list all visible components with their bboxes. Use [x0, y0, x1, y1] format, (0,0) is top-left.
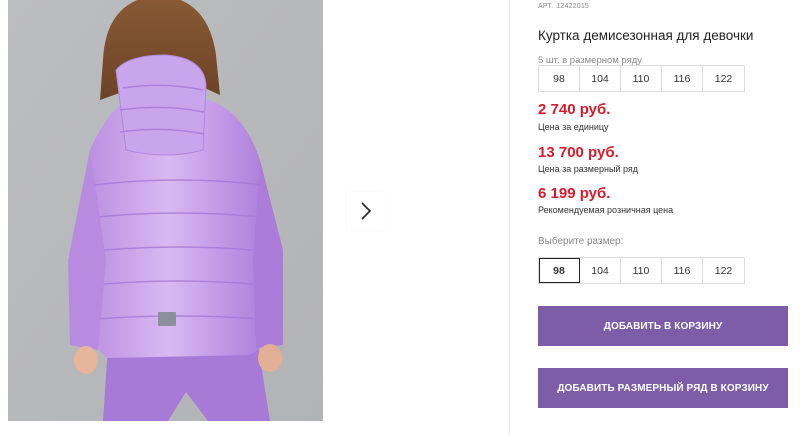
- size-row-cell: 98: [539, 66, 580, 91]
- size-row-table: 98 104 110 116 122: [538, 65, 745, 92]
- size-row-cell: 122: [714, 72, 733, 85]
- size-row-cell: 110: [621, 66, 662, 91]
- size-option-98[interactable]: 98: [539, 258, 580, 283]
- add-to-cart-button[interactable]: ДОБАВИТЬ В КОРЗИНУ: [538, 306, 788, 346]
- girl-in-jacket-image: [8, 0, 323, 421]
- size-option-104[interactable]: 104: [580, 258, 621, 283]
- row-price: 13 700 руб.: [538, 144, 619, 161]
- next-image-button[interactable]: [347, 192, 385, 230]
- retail-price: 6 199 руб.: [538, 185, 611, 202]
- size-row-cell: 116: [662, 66, 703, 91]
- size-option-116[interactable]: 116: [662, 258, 703, 283]
- add-size-row-to-cart-button[interactable]: ДОБАВИТЬ РАЗМЕРНЫЙ РЯД В КОРЗИНУ: [538, 368, 788, 408]
- product-photo: [8, 0, 323, 421]
- size-option-122[interactable]: 122: [703, 258, 744, 283]
- size-selector: 98 104 110 116 122: [538, 257, 745, 284]
- retail-price-label: Рекомендуемая розничная цена: [538, 205, 674, 215]
- product-title: Куртка демисезонная для девочки: [538, 28, 754, 43]
- unit-price-label: Цена за единицу: [538, 122, 609, 132]
- sku-label: АРТ.: [538, 3, 554, 10]
- unit-price: 2 740 руб.: [538, 101, 611, 118]
- row-price-label: Цена за размерный ряд: [538, 164, 639, 174]
- product-gallery: [0, 0, 510, 435]
- sku: АРТ. 12422015: [538, 3, 589, 10]
- sku-value: 12422015: [556, 3, 590, 10]
- choose-size-label: Выберите размер:: [538, 236, 624, 247]
- size-option-110[interactable]: 110: [621, 258, 662, 283]
- chevron-right-icon: [361, 202, 372, 220]
- size-row-cell: 104: [580, 66, 621, 91]
